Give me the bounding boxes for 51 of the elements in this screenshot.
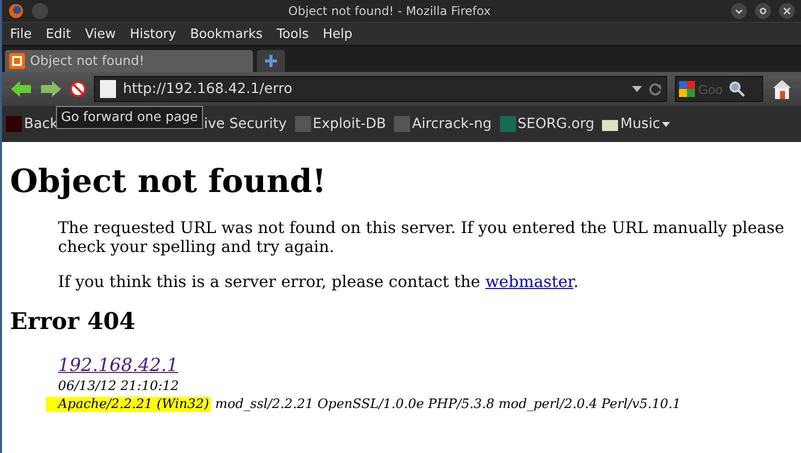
new-tab-button[interactable] — [257, 50, 285, 72]
caret-icon — [662, 122, 670, 126]
forward-button[interactable] — [40, 80, 62, 98]
page-heading: Object not found! — [10, 162, 328, 200]
menu-item[interactable]: Help — [322, 26, 352, 42]
close-button[interactable] — [779, 3, 795, 19]
dropdown-icon[interactable] — [632, 86, 642, 92]
bookmark-icon — [294, 116, 311, 132]
reload-icon[interactable] — [648, 82, 662, 96]
highlighted-server-text: Apache/2.2.21 (Win32) — [46, 396, 212, 412]
circle-icon — [759, 7, 767, 15]
bookmark-icon — [394, 116, 410, 132]
bookmark-item[interactable]: Music — [602, 116, 670, 132]
address-field[interactable]: http://192.168.42.1/erro — [94, 76, 667, 102]
timestamp: 06/13/12 21:10:12 — [58, 378, 179, 394]
page-icon — [99, 79, 117, 99]
menu-item[interactable]: View — [84, 26, 116, 42]
maximize-button[interactable] — [755, 3, 771, 19]
search-icon[interactable] — [729, 81, 745, 97]
bookmark-item[interactable]: Back — [6, 116, 58, 132]
bookmark-item[interactable]: SEORG.org — [500, 116, 594, 132]
chevron-icon — [735, 7, 743, 15]
plus-icon — [264, 54, 278, 68]
error-message: The requested URL was not found on this server. If you entered the URL manually please check your spelling and try again. — [58, 218, 786, 256]
favicon-icon — [9, 53, 25, 69]
window-title: Object not found! - Mozilla Firefox — [287, 4, 492, 18]
stop-button[interactable] — [70, 81, 86, 97]
menu-item[interactable]: File — [10, 26, 32, 42]
close-icon — [783, 7, 791, 15]
bookmark-item[interactable]: ive Security — [204, 116, 287, 132]
menu-item[interactable]: Edit — [46, 26, 71, 42]
home-icon[interactable] — [771, 78, 793, 100]
tooltip: Go forward one page — [56, 106, 203, 129]
bookmark-icon — [500, 116, 516, 132]
menu-item[interactable]: History — [130, 26, 176, 42]
folder-icon — [602, 118, 618, 130]
bookmark-item[interactable]: Aircrack-ng — [394, 116, 492, 132]
back-button[interactable] — [10, 80, 32, 98]
menu-item[interactable]: Bookmarks — [190, 26, 263, 42]
menu-item[interactable]: Tools — [276, 26, 309, 42]
minimize-button[interactable] — [731, 3, 747, 19]
error-code: Error 404 — [10, 308, 136, 335]
browser-logo-icon — [8, 3, 24, 19]
browser-tab[interactable]: Object not found! — [5, 50, 253, 72]
search-engine-icon[interactable] — [679, 81, 695, 97]
webmaster-link[interactable]: webmaster — [485, 272, 574, 292]
server-modules: mod_ssl/2.2.21 OpenSSL/1.0.0e PHP/5.3.8 mod_perl/2.0.4 Perl/v5.10.1 — [215, 396, 681, 412]
bookmark-item[interactable]: Exploit-DB — [294, 116, 386, 132]
host-link[interactable]: 192.168.42.1 — [58, 354, 178, 376]
bookmark-icon — [6, 116, 22, 132]
contact-message: If you think this is a server error, please contact the webmaster. — [58, 272, 580, 292]
